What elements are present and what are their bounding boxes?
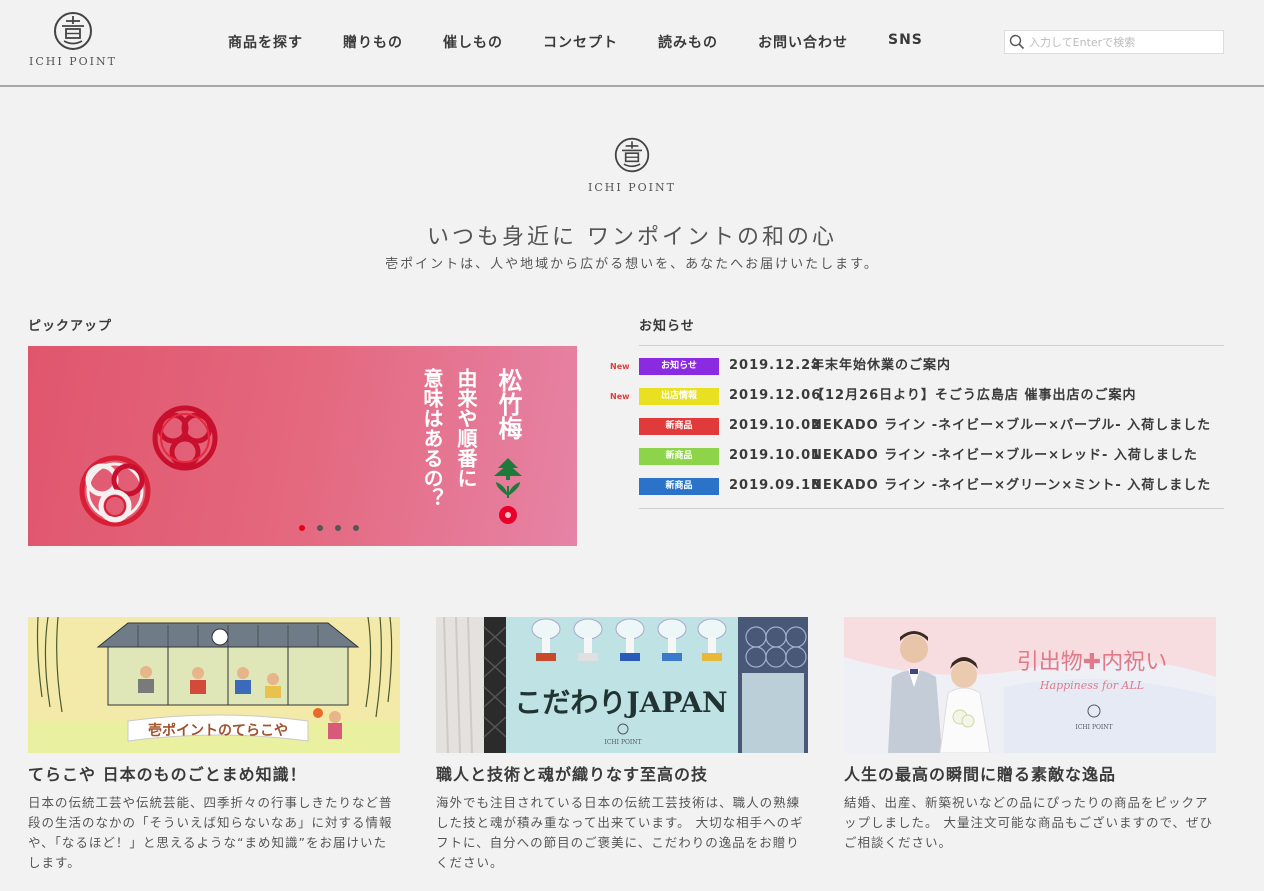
- kodawari-japan-text: こだわりJAPAN: [514, 686, 727, 719]
- nav-item-gifts[interactable]: 贈りもの: [343, 32, 403, 52]
- nav-item-products[interactable]: 商品を探す: [228, 32, 303, 52]
- news-title-link[interactable]: 年末年始休業のご案内: [811, 356, 1215, 376]
- card-description: 日本の伝統工芸や伝統芸能、四季折々の行事しきたりなど普段の生活のなかの「そういえ…: [28, 795, 393, 870]
- search-box: [1004, 30, 1224, 54]
- main-nav: 商品を探す 贈りもの 催しもの コンセプト 読みもの お問い合わせ SNS: [228, 32, 923, 52]
- hikidemono-banner-image[interactable]: 引出物✚内祝い Happiness for ALL ICHI POINT: [844, 617, 1216, 753]
- card-title[interactable]: 人生の最高の瞬間に贈る素敵な逸品: [844, 761, 1216, 785]
- bamboo-icon: [496, 482, 520, 498]
- site-logo[interactable]: ICHI POINT: [28, 10, 118, 68]
- nav-item-sns[interactable]: SNS: [888, 32, 923, 52]
- pine-icon: [494, 458, 522, 480]
- hero-subtitle: 壱ポイントは、人や地域から広がる想いを、あなたへお届けいたします。: [385, 257, 879, 272]
- news-item[interactable]: New お知らせ 2019.12.23 年末年始休業のご案内: [610, 356, 1224, 376]
- news-date: 2019.10.02: [729, 418, 822, 433]
- search-icon[interactable]: [1005, 31, 1029, 53]
- hero-logo-text: ICHI POINT: [588, 181, 676, 194]
- slide-indicator: [299, 525, 371, 531]
- news-title-link[interactable]: NEKADO ライン -ネイビー×ブルー×パープル- 入荷しました: [811, 416, 1215, 436]
- card-description: 海外でも注目されている日本の伝統工芸技術は、職人の熟練した技と魂が積み重なって出…: [436, 795, 804, 870]
- site-header: ICHI POINT 商品を探す 贈りもの 催しもの コンセプト 読みもの お問…: [0, 0, 1264, 87]
- slide-dot-3[interactable]: [335, 525, 341, 531]
- pickup-title: ピックアップ: [28, 319, 113, 334]
- hikidemono-subtitle: Happiness for ALL: [1039, 679, 1144, 692]
- banner-heading: 松竹梅: [494, 368, 523, 440]
- card-description: 結婚、出産、新築祝いなどの品にぴったりの商品をピックアップしました。 大量注文可…: [844, 795, 1213, 850]
- new-badge: New: [610, 362, 630, 371]
- card-kodawari-japan[interactable]: こだわりJAPAN ICHI POINT 職人と技術と魂が織りなす至高の技 海外…: [436, 617, 808, 873]
- hero-tagline: いつも身近に ワンポイントの和の心: [427, 225, 837, 250]
- news-item[interactable]: 新商品 2019.09.18 NEKADO ライン -ネイビー×グリーン×ミント…: [639, 476, 1224, 496]
- plum-icon: [499, 506, 517, 524]
- slide-dot-4[interactable]: [353, 525, 359, 531]
- news-category-badge: 出店情報: [639, 388, 719, 405]
- kodawari-japan-banner-image[interactable]: こだわりJAPAN ICHI POINT: [436, 617, 808, 753]
- news-date: 2019.09.18: [729, 478, 822, 493]
- hikidemono-logo-text: ICHI POINT: [1075, 724, 1112, 731]
- news-item[interactable]: 新商品 2019.10.01 NEKADO ライン -ネイビー×ブルー×レッド-…: [639, 446, 1224, 466]
- ichi-logo-icon: [54, 12, 92, 50]
- slide-dot-1[interactable]: [299, 525, 305, 531]
- news-date: 2019.12.23: [729, 358, 822, 373]
- news-title-link[interactable]: NEKADO ライン -ネイビー×ブルー×レッド- 入荷しました: [811, 446, 1215, 466]
- nav-item-concept[interactable]: コンセプト: [543, 32, 618, 52]
- news-list: New お知らせ 2019.12.23 年末年始休業のご案内 New 出店情報 …: [610, 345, 1224, 509]
- nav-item-contact[interactable]: お問い合わせ: [758, 32, 848, 52]
- card-hikidemono[interactable]: 引出物✚内祝い Happiness for ALL ICHI POINT 人生の…: [844, 617, 1216, 853]
- search-input[interactable]: [1029, 32, 1219, 52]
- card-terakoya[interactable]: 壱ポイントのてらこや てらこや 日本のものごとまめ知識！ 日本の伝統工芸や伝統芸…: [28, 617, 400, 873]
- logo-text: ICHI POINT: [29, 55, 117, 68]
- slide-dot-2[interactable]: [317, 525, 323, 531]
- news-title-link[interactable]: 【12月26日より】そごう広島店 催事出店のご案内: [811, 386, 1215, 406]
- pickup-banner[interactable]: 松竹梅 由来や順番に 意味はあるの？: [28, 346, 577, 546]
- news-item[interactable]: 新商品 2019.10.02 NEKADO ライン -ネイビー×ブルー×パープル…: [639, 416, 1224, 436]
- ichi-logo-icon: [614, 137, 650, 173]
- news-item[interactable]: New 出店情報 2019.12.06 【12月26日より】そごう広島店 催事出…: [610, 386, 1224, 406]
- card-title[interactable]: てらこや 日本のものごとまめ知識！: [28, 761, 400, 785]
- mizuhiki-knot-image: 松竹梅 由来や順番に 意味はあるの？: [79, 367, 523, 527]
- card-title[interactable]: 職人と技術と魂が織りなす至高の技: [436, 761, 808, 785]
- news-date: 2019.10.01: [729, 448, 822, 463]
- terakoya-banner-image[interactable]: 壱ポイントのてらこや: [28, 617, 400, 753]
- banner-line-2: 意味はあるの？: [420, 367, 444, 508]
- kodawari-logo-text: ICHI POINT: [604, 739, 641, 746]
- news-date: 2019.12.06: [729, 388, 822, 403]
- news-category-badge: 新商品: [639, 448, 719, 465]
- terakoya-banner-text: 壱ポイントのてらこや: [148, 722, 288, 739]
- nav-item-events[interactable]: 催しもの: [443, 32, 503, 52]
- news-category-badge: お知らせ: [639, 358, 719, 375]
- nav-item-articles[interactable]: 読みもの: [658, 32, 718, 52]
- news-category-badge: 新商品: [639, 418, 719, 435]
- new-badge: New: [610, 392, 630, 401]
- news-title-link[interactable]: NEKADO ライン -ネイビー×グリーン×ミント- 入荷しました: [811, 476, 1215, 496]
- hero: ICHI POINT いつも身近に ワンポイントの和の心 壱ポイントは、人や地域…: [0, 135, 1264, 272]
- banner-line-1: 由来や順番に: [454, 367, 478, 488]
- hikidemono-text: 引出物✚内祝い: [1017, 650, 1167, 675]
- news-title: お知らせ: [639, 319, 695, 334]
- news-category-badge: 新商品: [639, 478, 719, 495]
